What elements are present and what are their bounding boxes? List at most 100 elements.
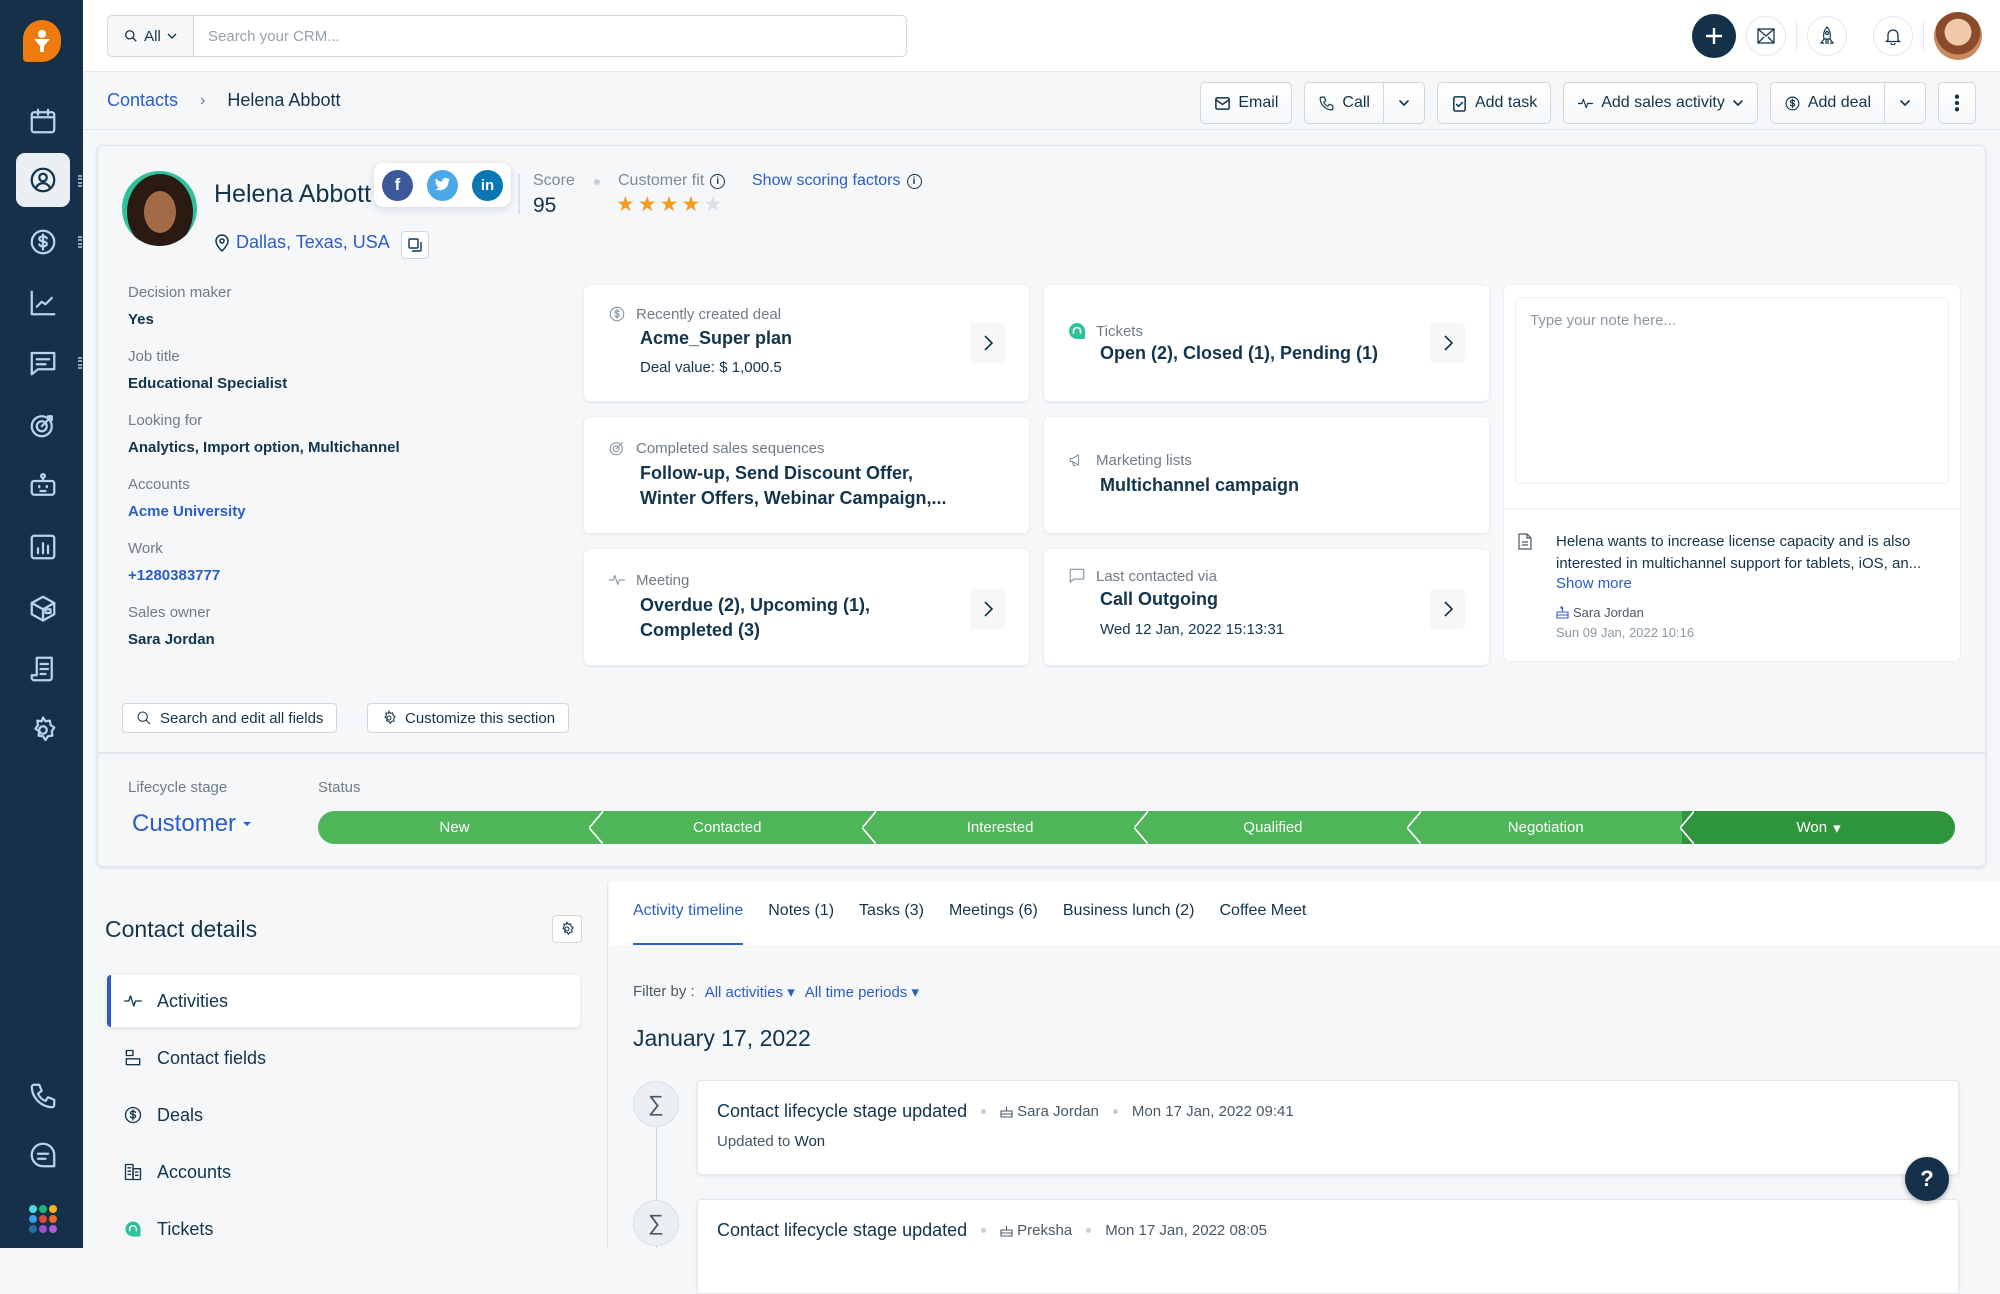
status-stage-won[interactable]: Won ▾ [1682,811,1955,844]
status-stage-contacted[interactable]: Contacted [591,811,864,844]
nav-chat-icon[interactable] [16,1128,70,1182]
whats-new-button[interactable] [1807,16,1847,56]
status-stage-negotiation[interactable]: Negotiation [1409,811,1682,844]
add-task-button[interactable]: Add task [1437,82,1551,124]
nav-reports-icon[interactable] [16,520,70,574]
status-label: Status [318,779,361,796]
app-logo-icon[interactable] [23,20,61,62]
tab-activity-timeline[interactable]: Activity timeline [633,882,743,945]
activity-icon [1577,95,1594,112]
facebook-icon[interactable]: f [382,170,413,201]
search-edit-fields-button[interactable]: Search and edit all fields [122,703,337,733]
entry-title: Contact lifecycle stage updated [717,1220,967,1241]
stage-label: Contacted [693,819,761,836]
contact-details-nav: ActivitiesContact fieldsDealsAccountsTic… [107,975,580,1260]
recent-deal-widget: Recently created deal Acme_Super plan De… [583,284,1030,402]
nav-grip [78,175,82,187]
search-input[interactable] [194,16,906,56]
nav-settings-icon[interactable] [16,703,70,757]
copy-location-button[interactable] [401,231,429,259]
tab-business-lunch-2[interactable]: Business lunch (2) [1063,882,1195,945]
nav-documents-icon[interactable] [16,642,70,696]
open-deal-button[interactable] [970,323,1005,363]
divider [1504,508,1960,509]
linkedin-icon[interactable]: in [472,170,503,201]
marketing-lists-widget: Marketing lists Multichannel campaign [1043,416,1490,534]
timeline-entry[interactable]: Contact lifecycle stage updated Preksha … [697,1199,1959,1294]
nav-analytics-icon[interactable] [16,276,70,330]
lifecycle-stage-dropdown[interactable]: Customer [132,810,252,838]
apps-grid-icon[interactable] [29,1205,57,1233]
email-button[interactable]: Email [1200,82,1292,124]
add-deal-dropdown-button[interactable] [1884,83,1925,123]
add-sales-activity-button[interactable]: Add sales activity [1563,82,1758,124]
add-deal-button[interactable]: Add deal [1771,83,1884,123]
contact-details-settings-button[interactable] [552,915,582,943]
nav-contacts-icon[interactable] [16,153,70,207]
status-stage-interested[interactable]: Interested [864,811,1137,844]
more-actions-button[interactable] [1938,82,1976,124]
customer-fit-label: Customer fit [618,172,704,190]
show-more-link[interactable]: Show more [1556,575,1632,592]
open-tickets-button[interactable] [1430,323,1465,363]
chevron-right-icon: › [200,92,205,110]
info-icon[interactable]: i [907,174,922,189]
nav-deals-icon[interactable] [16,215,70,269]
notifications-button[interactable] [1873,16,1913,56]
call-dropdown-button[interactable] [1383,83,1424,123]
separator-dot [981,1228,986,1233]
filter-activities-dropdown[interactable]: All activities ▾ [705,983,795,1001]
nav-phone-icon[interactable] [16,1069,70,1123]
nav-sequences-icon[interactable] [16,398,70,452]
show-scoring-factors-link[interactable]: Show scoring factors i [752,172,922,190]
status-stage-qualified[interactable]: Qualified [1136,811,1409,844]
contact-details-item-contact-fields[interactable]: Contact fields [107,1032,580,1084]
status-stage-new[interactable]: New [318,811,591,844]
score-value: 95 [533,194,556,218]
search-scope-dropdown[interactable]: All [108,16,194,56]
note-owner-name: Sara Jordan [1573,605,1644,620]
breadcrumb-contacts-link[interactable]: Contacts [107,90,178,111]
filter-period-dropdown[interactable]: All time periods ▾ [805,983,919,1001]
nav-bot-icon[interactable] [16,459,70,513]
call-button[interactable]: Call [1305,83,1383,123]
tickets-summary: Open (2), Closed (1), Pending (1) [1100,341,1378,366]
contact-details-item-accounts[interactable]: Accounts [107,1146,580,1198]
user-avatar[interactable] [1934,12,1982,60]
contact-details-item-tickets[interactable]: Tickets [107,1203,580,1255]
widget-label: Last contacted via [1096,568,1217,585]
info-icon[interactable]: i [710,174,725,189]
help-button[interactable]: ? [1905,1157,1949,1201]
nav-conversations-icon[interactable] [16,336,70,390]
fields-icon [123,1048,143,1068]
field-value[interactable]: Acme University [128,503,568,520]
tab-coffee-meet[interactable]: Coffee Meet [1220,882,1307,945]
nav-calendar-icon[interactable] [16,94,70,148]
note-input[interactable] [1515,297,1949,484]
customize-section-button[interactable]: Customize this section [367,703,569,733]
filter-period-value: All time periods [805,984,908,1001]
tab-tasks-3[interactable]: Tasks (3) [859,882,924,945]
entry-user: Preksha [1000,1222,1072,1239]
timeline-entry[interactable]: Contact lifecycle stage updated Sara Jor… [697,1080,1959,1175]
open-last-contact-button[interactable] [1430,589,1465,629]
field-sales-owner: Sales ownerSara Jordan [128,604,568,648]
contact-location[interactable]: Dallas, Texas, USA [214,232,390,253]
deal-name[interactable]: Acme_Super plan [640,326,792,351]
open-meetings-button[interactable] [970,589,1005,629]
field-value[interactable]: +1280383777 [128,567,568,584]
tab-meetings-6[interactable]: Meetings (6) [949,882,1038,945]
nav-products-icon[interactable] [16,581,70,635]
tab-notes-1[interactable]: Notes (1) [768,882,834,945]
create-new-button[interactable] [1692,14,1736,58]
field-value: Sara Jordan [128,631,568,648]
contact-details-item-deals[interactable]: Deals [107,1089,580,1141]
inbox-button[interactable] [1746,16,1786,56]
ticket-icon [1068,322,1086,340]
field-decision-maker: Decision makerYes [128,284,568,328]
stage-label: Won [1797,819,1828,836]
note-time: Sun 09 Jan, 2022 10:16 [1556,625,1694,640]
contact-details-item-activities[interactable]: Activities [107,975,580,1027]
stage-label: Qualified [1243,819,1302,836]
twitter-icon[interactable] [427,170,458,201]
